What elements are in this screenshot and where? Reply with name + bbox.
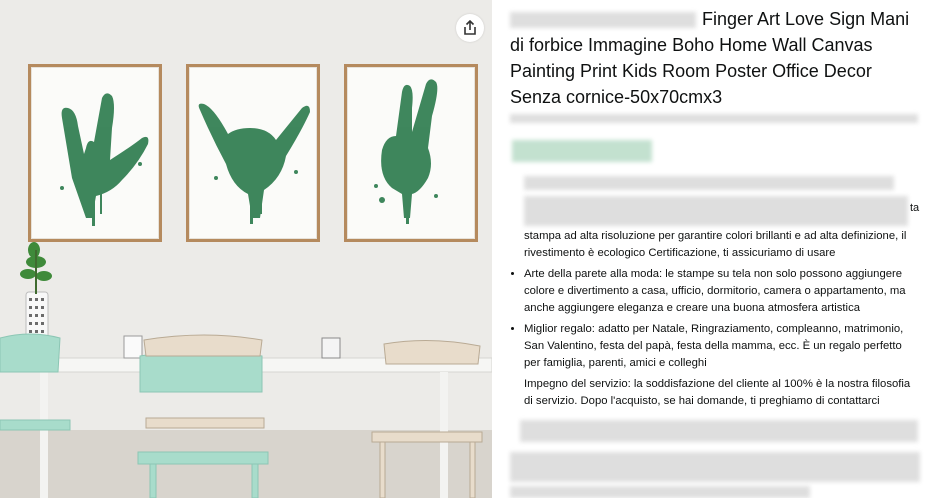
redacted-brand (510, 12, 696, 29)
feature-bullets: stampa ad alta risoluzione per garantire… (510, 228, 920, 414)
product-image[interactable] (0, 0, 492, 498)
painting-shaka (186, 64, 320, 242)
bullet-item: Impegno del servizio: la soddisfazione d… (524, 376, 920, 410)
painting-peace-sign (344, 64, 478, 242)
peace-sign-hand-icon (374, 79, 438, 224)
redacted-text (510, 486, 810, 498)
painting-love-sign (28, 64, 162, 242)
love-sign-hand-icon (60, 93, 149, 226)
bullet-fragment: ta (910, 202, 920, 214)
bullet-item: Arte della parete alla moda: le stampe s… (524, 266, 920, 317)
bullet-item: Miglior regalo: adatto per Natale, Ringr… (524, 321, 920, 372)
share-button[interactable] (456, 14, 484, 42)
redacted-divider (510, 114, 918, 123)
redacted-rating (512, 140, 652, 162)
redacted-text (520, 420, 918, 442)
redacted-text (510, 452, 920, 482)
bullet-intro: stampa ad alta risoluzione per garantire… (524, 230, 907, 259)
redacted-text (524, 176, 894, 190)
redacted-text (524, 196, 908, 226)
share-icon (464, 20, 476, 35)
product-title: Finger Art Love Sign Mani di forbice Imm… (510, 6, 920, 110)
shaka-hand-icon (198, 103, 310, 224)
